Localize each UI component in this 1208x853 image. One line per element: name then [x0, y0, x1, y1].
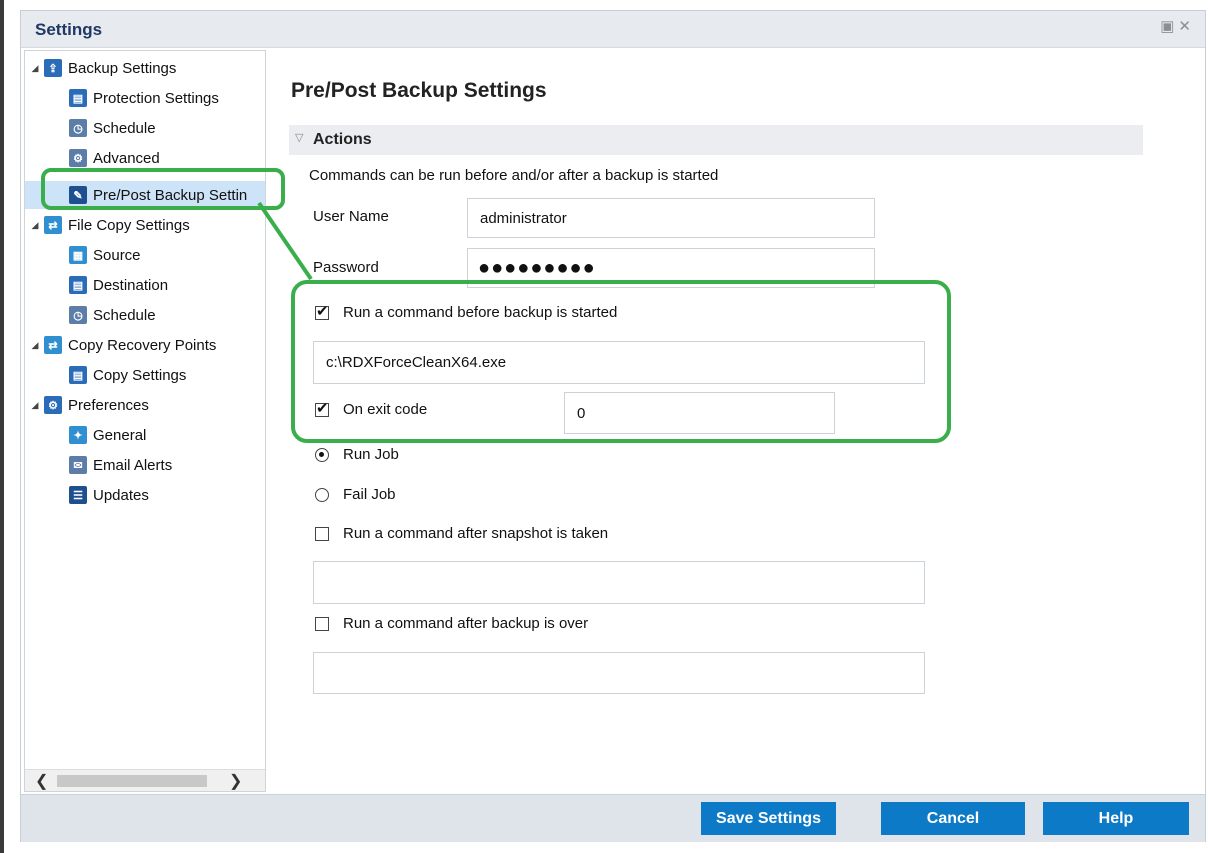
- tree-item-general[interactable]: ✦ General: [69, 422, 146, 448]
- maximize-icon[interactable]: ▣: [1160, 17, 1178, 35]
- protection-icon: ▤: [69, 89, 87, 107]
- cancel-button[interactable]: Cancel: [881, 802, 1025, 835]
- tree-item-source[interactable]: ▦ Source: [69, 242, 141, 268]
- window-controls: ▣✕: [1160, 17, 1195, 35]
- tree-item-file-copy-settings[interactable]: ◢ ⇄ File Copy Settings: [29, 212, 190, 238]
- tree-item-label: Destination: [93, 276, 169, 294]
- expand-triangle-icon[interactable]: ◢: [29, 340, 41, 351]
- username-label: User Name: [313, 208, 389, 225]
- annotation-highlight-commands: [291, 280, 951, 443]
- source-icon: ▦: [69, 246, 87, 264]
- tree-item-protection-settings[interactable]: ▤ Protection Settings: [69, 85, 219, 111]
- tree-item-label: Schedule: [93, 119, 156, 137]
- settings-tree: ◢ ⇪ Backup Settings ▤ Protection Setting…: [24, 50, 266, 792]
- scroll-left-icon[interactable]: ❮: [35, 771, 48, 791]
- title-bar: Settings ▣✕: [21, 11, 1205, 48]
- tree-item-label: Protection Settings: [93, 89, 219, 107]
- after-snapshot-checkbox-row[interactable]: Run a command after snapshot is taken: [315, 525, 608, 542]
- email-icon: ✉: [69, 456, 87, 474]
- after-backup-checkbox-row[interactable]: Run a command after backup is over: [315, 615, 588, 632]
- backup-icon: ⇪: [44, 59, 62, 77]
- after-snapshot-command-field[interactable]: [313, 561, 925, 604]
- tree-item-updates[interactable]: ☰ Updates: [69, 482, 149, 508]
- tree-item-backup-settings[interactable]: ◢ ⇪ Backup Settings: [29, 55, 176, 81]
- page-title: Pre/Post Backup Settings: [291, 79, 547, 102]
- actions-section-header[interactable]: ▽ Actions: [289, 125, 1143, 155]
- tree-item-label: Advanced: [93, 149, 160, 167]
- save-settings-button[interactable]: Save Settings: [701, 802, 836, 835]
- tree-item-email-alerts[interactable]: ✉ Email Alerts: [69, 452, 172, 478]
- background-edge: [0, 0, 4, 853]
- general-icon: ✦: [69, 426, 87, 444]
- copy-recovery-icon: ⇄: [44, 336, 62, 354]
- advanced-icon: ⚙: [69, 149, 87, 167]
- tree-item-destination[interactable]: ▤ Destination: [69, 272, 168, 298]
- after-backup-checkbox[interactable]: [315, 616, 329, 631]
- collapse-triangle-icon[interactable]: ▽: [295, 131, 303, 144]
- tree-item-label: File Copy Settings: [68, 216, 190, 234]
- tree-item-label: Email Alerts: [93, 456, 173, 474]
- fail-job-radio-row[interactable]: Fail Job: [315, 486, 396, 503]
- fail-job-radio[interactable]: [315, 487, 329, 502]
- username-field[interactable]: administrator: [467, 198, 875, 238]
- updates-icon: ☰: [69, 486, 87, 504]
- run-job-radio[interactable]: [315, 447, 329, 462]
- tree-item-label: Copy Settings: [93, 366, 187, 384]
- tree-item-copy-recovery-points[interactable]: ◢ ⇄ Copy Recovery Points: [29, 332, 216, 358]
- help-button[interactable]: Help: [1043, 802, 1189, 835]
- tree-item-schedule-2[interactable]: ◷ Schedule: [69, 302, 156, 328]
- schedule-icon: ◷: [69, 306, 87, 324]
- horizontal-scrollbar[interactable]: ❮ ❯: [25, 769, 265, 791]
- destination-icon: ▤: [69, 276, 87, 294]
- tree-item-label: Backup Settings: [68, 59, 177, 77]
- expand-triangle-icon[interactable]: ◢: [29, 220, 41, 231]
- tree-item-copy-settings[interactable]: ▤ Copy Settings: [69, 362, 186, 388]
- expand-triangle-icon[interactable]: ◢: [29, 400, 41, 411]
- scroll-thumb[interactable]: [57, 775, 207, 787]
- tree-item-label: Preferences: [68, 396, 149, 414]
- tree-item-label: Schedule: [93, 306, 156, 324]
- tree-item-preferences[interactable]: ◢ ⚙ Preferences: [29, 392, 149, 418]
- window-title: Settings: [35, 20, 103, 39]
- tree-item-label: General: [93, 426, 147, 444]
- preferences-icon: ⚙: [44, 396, 62, 414]
- scroll-right-icon[interactable]: ❯: [229, 771, 242, 791]
- password-label: Password: [313, 259, 379, 276]
- tree-item-label: Updates: [93, 486, 149, 504]
- after-backup-command-field[interactable]: [313, 652, 925, 694]
- annotation-highlight-sidebar: [41, 168, 285, 210]
- section-title: Actions: [313, 131, 372, 148]
- fail-job-label: Fail Job: [343, 486, 396, 503]
- tree-item-label: Source: [93, 246, 141, 264]
- schedule-icon: ◷: [69, 119, 87, 137]
- run-job-label: Run Job: [343, 446, 399, 463]
- after-snapshot-checkbox[interactable]: [315, 526, 329, 541]
- tree-item-schedule[interactable]: ◷ Schedule: [69, 115, 156, 141]
- tree-item-label: Copy Recovery Points: [68, 336, 217, 354]
- expand-triangle-icon[interactable]: ◢: [29, 63, 41, 74]
- copy-settings-icon: ▤: [69, 366, 87, 384]
- settings-dialog: Settings ▣✕ ◢ ⇪ Backup Settings ▤ Protec…: [20, 10, 1206, 842]
- run-job-radio-row[interactable]: Run Job: [315, 446, 399, 463]
- dialog-footer: Save Settings Cancel Help: [21, 794, 1205, 842]
- after-snapshot-label: Run a command after snapshot is taken: [343, 525, 609, 542]
- close-icon[interactable]: ✕: [1178, 17, 1195, 35]
- actions-description: Commands can be run before and/or after …: [309, 167, 719, 184]
- after-backup-label: Run a command after backup is over: [343, 615, 589, 632]
- file-copy-icon: ⇄: [44, 216, 62, 234]
